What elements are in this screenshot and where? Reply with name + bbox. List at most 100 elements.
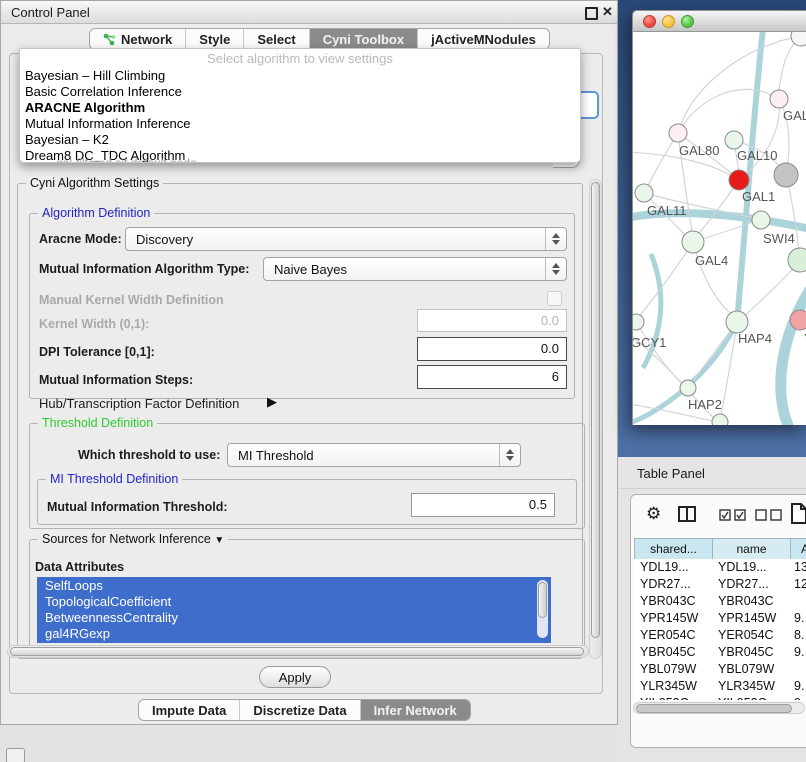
kernel-width-field[interactable]: 0.0 bbox=[417, 309, 567, 332]
cell[interactable]: YLR345W bbox=[640, 678, 697, 695]
table-row[interactable]: YDL19... YDL19... 13 bbox=[634, 559, 806, 576]
settings-vscrollbar-thumb[interactable] bbox=[591, 182, 600, 638]
cell[interactable]: YDR27... bbox=[718, 576, 769, 593]
node-swi4[interactable] bbox=[752, 211, 770, 229]
table-row[interactable]: YIL052C YIL052C 9. bbox=[634, 695, 806, 700]
columns-icon[interactable] bbox=[678, 506, 696, 522]
dropdown-item[interactable]: Bayesian – Hill Climbing bbox=[20, 68, 580, 84]
table-row[interactable]: YLR345W YLR345W 9. bbox=[634, 678, 806, 695]
minimize-traffic-light[interactable] bbox=[662, 15, 675, 28]
settings-hscrollbar-thumb[interactable] bbox=[10, 647, 584, 656]
tab-style[interactable]: Style bbox=[185, 29, 243, 49]
cell[interactable]: YDL19... bbox=[718, 559, 767, 576]
node-gal11[interactable] bbox=[635, 184, 653, 202]
node-gal80[interactable] bbox=[669, 124, 687, 142]
cell[interactable]: YDL19... bbox=[640, 559, 689, 576]
cell[interactable]: YBR043C bbox=[640, 593, 696, 610]
document-icon[interactable] bbox=[791, 503, 806, 524]
node-gray[interactable] bbox=[774, 163, 798, 187]
cell[interactable]: YBL079W bbox=[640, 661, 696, 678]
list-scrollbar-thumb[interactable] bbox=[538, 582, 547, 618]
table-row[interactable]: YDR27... YDR27... 12 bbox=[634, 576, 806, 593]
cell[interactable]: 9. bbox=[794, 644, 804, 661]
chevron-down-icon[interactable]: ▼ bbox=[214, 535, 224, 546]
cell[interactable]: 8. bbox=[794, 627, 804, 644]
cell[interactable]: YPR145W bbox=[640, 610, 698, 627]
table-hscrollbar-thumb[interactable] bbox=[636, 704, 792, 713]
close-icon[interactable]: ✕ bbox=[602, 4, 613, 20]
node-green-cut[interactable] bbox=[788, 248, 806, 272]
zoom-traffic-light[interactable] bbox=[681, 15, 694, 28]
node-hap4[interactable] bbox=[726, 311, 748, 333]
column-header-name[interactable]: name bbox=[712, 538, 791, 561]
list-item[interactable]: BetweennessCentrality bbox=[37, 609, 551, 625]
node-gal4[interactable] bbox=[682, 231, 704, 253]
node-gal10[interactable] bbox=[725, 131, 743, 149]
gear-icon[interactable]: ⚙ bbox=[646, 505, 661, 522]
node-bottom[interactable] bbox=[712, 414, 728, 425]
cell[interactable]: YER054C bbox=[640, 627, 696, 644]
cell[interactable]: YBR043C bbox=[718, 593, 774, 610]
cell[interactable]: 9. bbox=[794, 610, 804, 627]
cell[interactable]: 12 bbox=[794, 576, 806, 593]
tab-infer-network[interactable]: Infer Network bbox=[360, 700, 470, 720]
cell[interactable]: YPR145W bbox=[718, 610, 776, 627]
dropdown-item-selected[interactable]: ARACNE Algorithm bbox=[20, 100, 580, 116]
column-header-shared-name[interactable]: shared... bbox=[634, 538, 713, 561]
chevron-right-icon[interactable]: ▶ bbox=[267, 394, 277, 410]
table-hscrollbar-track[interactable] bbox=[633, 702, 805, 714]
floating-panel-icon[interactable] bbox=[6, 748, 25, 762]
node-hap2[interactable] bbox=[680, 380, 696, 396]
table-row[interactable]: YBR045C YBR045C 9. bbox=[634, 644, 806, 661]
cell[interactable]: YIL052C bbox=[718, 695, 767, 700]
tab-impute-data[interactable]: Impute Data bbox=[139, 700, 239, 720]
cell[interactable]: 9. bbox=[794, 695, 804, 700]
tab-cyni-toolbox[interactable]: Cyni Toolbox bbox=[309, 29, 417, 49]
list-item[interactable]: TopologicalCoefficient bbox=[37, 593, 551, 609]
mi-steps-field[interactable]: 6 bbox=[417, 365, 567, 389]
cell[interactable]: YBR045C bbox=[640, 644, 696, 661]
cell[interactable]: YBR045C bbox=[718, 644, 774, 661]
dropdown-item[interactable]: Mutual Information Inference bbox=[20, 116, 580, 132]
cell[interactable]: YDR27... bbox=[640, 576, 691, 593]
table-row[interactable]: YBR043C YBR043C bbox=[634, 593, 806, 610]
settings-vscrollbar-track[interactable] bbox=[589, 179, 602, 659]
column-header-cut[interactable]: A bbox=[790, 538, 806, 561]
table-panel-titlebar[interactable]: Table Panel bbox=[618, 457, 806, 489]
network-canvas[interactable]: GAL GAL80 GAL10 GAL1 GAL11 SWI4 GAL4 GCY… bbox=[632, 32, 806, 425]
settings-hscrollbar-track[interactable] bbox=[7, 645, 589, 658]
mi-threshold-field[interactable]: 0.5 bbox=[411, 493, 555, 517]
float-icon[interactable] bbox=[585, 7, 598, 20]
manual-kernel-checkbox[interactable] bbox=[547, 291, 562, 306]
node-gal1-selected[interactable] bbox=[729, 170, 749, 190]
checked-boxes-icon[interactable] bbox=[719, 509, 747, 521]
table-row[interactable]: YER054C YER054C 8. bbox=[634, 627, 806, 644]
unchecked-boxes-icon[interactable] bbox=[755, 509, 783, 521]
cell[interactable]: YER054C bbox=[718, 627, 774, 644]
list-item[interactable]: SelfLoops bbox=[37, 577, 551, 593]
table-row[interactable]: YPR145W YPR145W 9. bbox=[634, 610, 806, 627]
list-scrollbar-track[interactable] bbox=[537, 580, 548, 638]
node-gcy1[interactable] bbox=[633, 314, 644, 330]
tab-discretize-data[interactable]: Discretize Data bbox=[239, 700, 359, 720]
close-traffic-light[interactable] bbox=[643, 15, 656, 28]
dropdown-item[interactable]: Basic Correlation Inference bbox=[20, 84, 580, 100]
tab-jactivemnodules[interactable]: jActiveMNodules bbox=[417, 29, 549, 49]
node-gal-cut[interactable] bbox=[770, 90, 788, 108]
cell[interactable]: YIL052C bbox=[640, 695, 689, 700]
cell[interactable]: YLR345W bbox=[718, 678, 775, 695]
cell[interactable]: 13 bbox=[794, 559, 806, 576]
table-row[interactable]: YBL079W YBL079W bbox=[634, 661, 806, 678]
mi-type-combo[interactable]: Naive Bayes bbox=[263, 257, 567, 281]
control-panel-titlebar[interactable]: Control Panel ✕ bbox=[1, 1, 617, 24]
dpi-tolerance-field[interactable]: 0.0 bbox=[417, 337, 567, 361]
network-window-titlebar[interactable] bbox=[632, 10, 806, 32]
node-salmon[interactable] bbox=[790, 310, 806, 330]
tab-network[interactable]: Network bbox=[90, 29, 185, 49]
tab-select[interactable]: Select bbox=[243, 29, 308, 49]
which-threshold-combo[interactable]: MI Threshold bbox=[227, 443, 521, 467]
apply-button[interactable]: Apply bbox=[259, 666, 331, 688]
aracne-mode-combo[interactable]: Discovery bbox=[125, 227, 567, 251]
cell[interactable]: 9. bbox=[794, 678, 804, 695]
cell[interactable]: YBL079W bbox=[718, 661, 774, 678]
